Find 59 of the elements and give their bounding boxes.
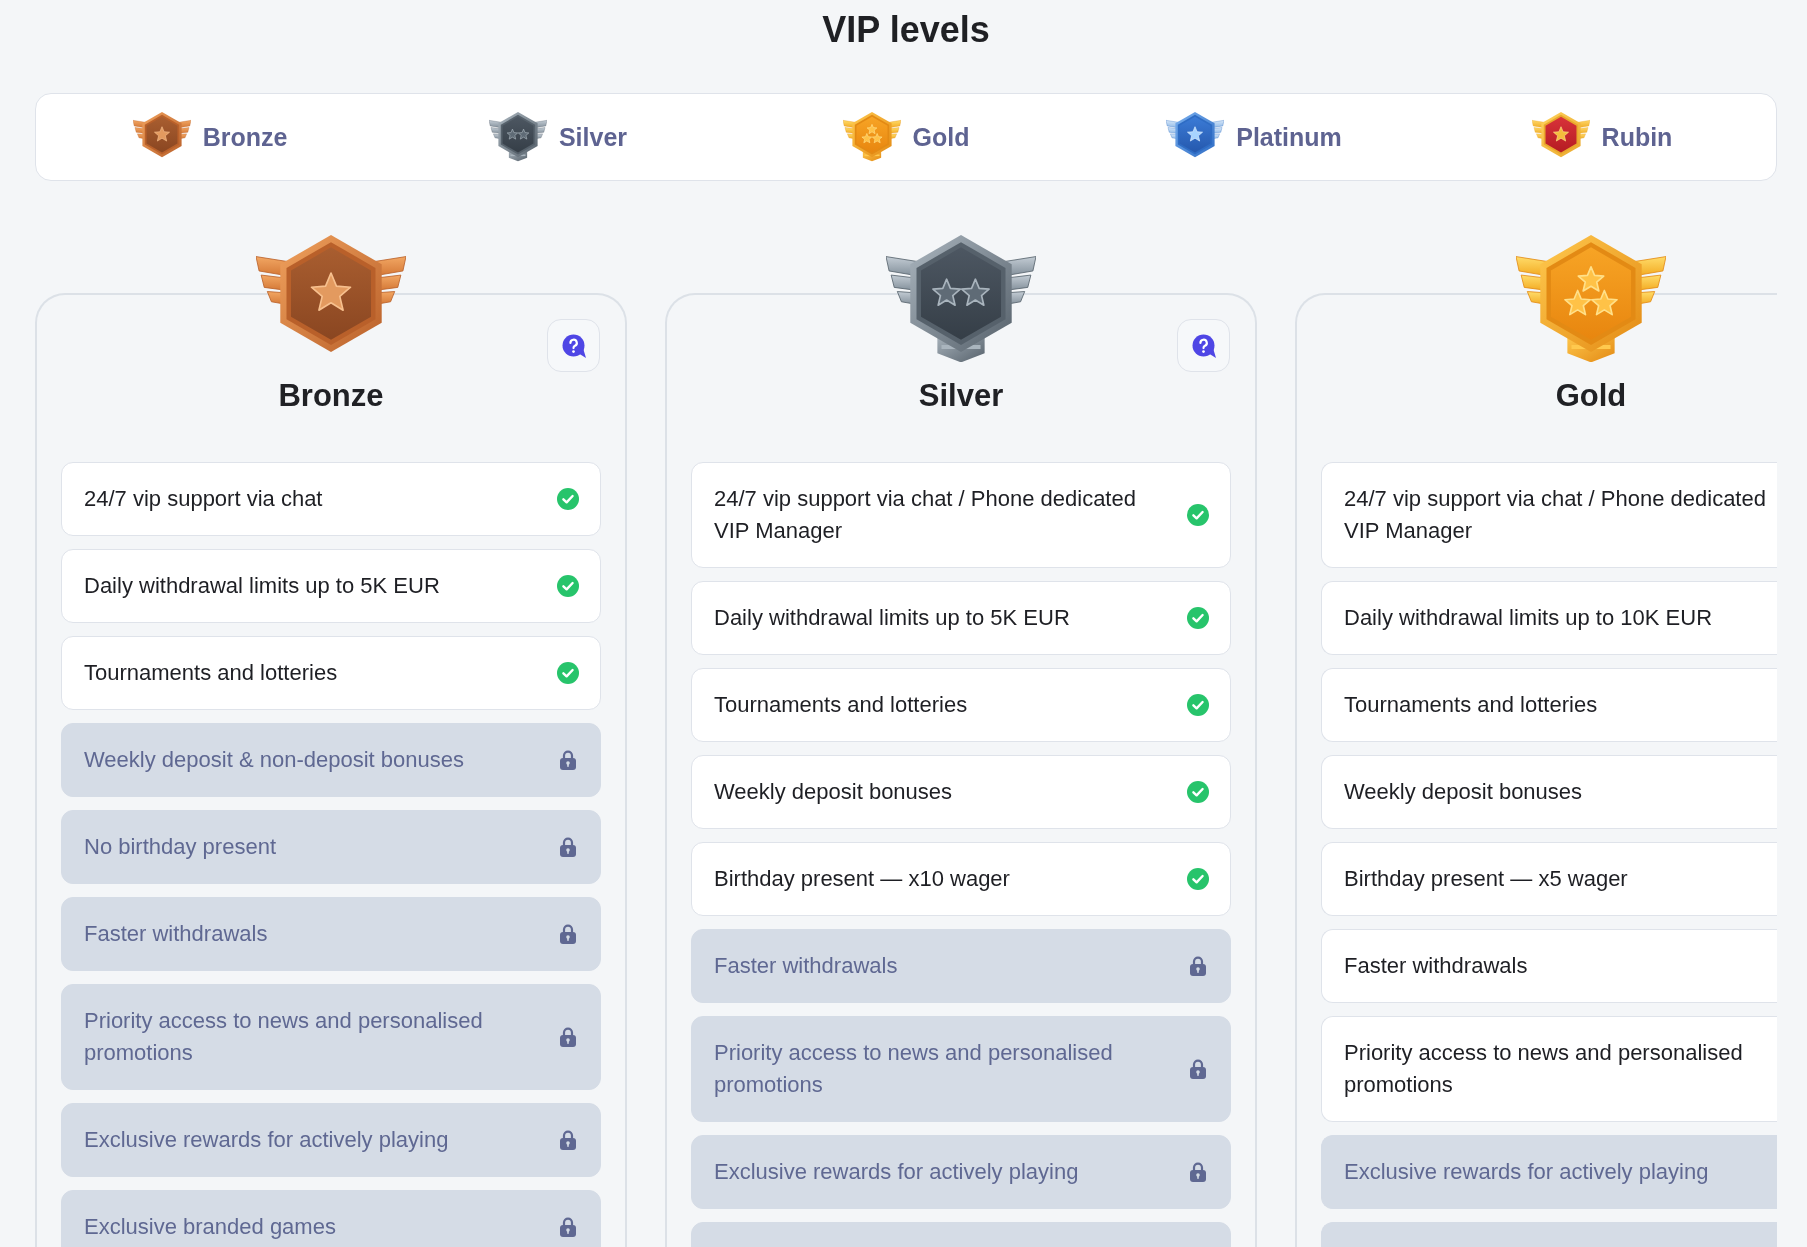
- padlock-icon: [560, 750, 576, 771]
- padlock-icon: [560, 924, 576, 945]
- feature-label: Priority access to news and personalised promotions: [714, 1039, 1114, 1100]
- feature-label: Daily withdrawal limits up to 10K EUR: [1344, 604, 1714, 633]
- feature-label: Tournaments and lotteries: [714, 691, 969, 720]
- feature-label: Weekly deposit & non-deposit bonuses: [84, 746, 465, 775]
- check-circle-icon: [1187, 694, 1209, 717]
- check-circle-icon: [1187, 781, 1209, 804]
- feature-label: No birthday present: [84, 833, 277, 862]
- feature-label: Priority access to news and personalised promotions: [1344, 1039, 1744, 1100]
- feature-label: Birthday present — x5 wager: [1344, 865, 1629, 894]
- level-tab[interactable]: Bronze: [126, 108, 294, 166]
- feature-label: 24/7 vip support via chat / Phone dedicated VIP Manager: [714, 485, 1137, 546]
- check-circle-icon: [557, 575, 579, 598]
- level-tab[interactable]: Silver: [482, 108, 634, 166]
- padlock-icon: [1190, 1162, 1206, 1183]
- check-circle-icon: [1187, 607, 1209, 630]
- level-title: Bronze: [278, 377, 384, 416]
- help-icon: [561, 333, 586, 358]
- feature-label: Tournaments and lotteries: [84, 659, 339, 688]
- winged-badge-icon: [842, 112, 901, 162]
- page-title: VIP levels: [822, 8, 990, 52]
- winged-badge-icon: [488, 112, 547, 162]
- padlock-icon: [1190, 1059, 1206, 1080]
- feature-label: Faster withdrawals: [1344, 952, 1529, 981]
- level-tab[interactable]: Gold: [836, 108, 976, 166]
- feature-label: Daily withdrawal limits up to 5K EUR: [714, 604, 1071, 633]
- check-circle-icon: [557, 488, 579, 511]
- level-tab[interactable]: Platinum: [1160, 108, 1348, 166]
- feature-label: Exclusive rewards for actively playing: [714, 1158, 1080, 1187]
- check-circle-icon: [1187, 504, 1209, 527]
- feature-label: Weekly deposit bonuses: [1344, 778, 1584, 807]
- help-button[interactable]: [547, 319, 600, 372]
- feature-label: Priority access to news and personalised promotions: [84, 1007, 484, 1068]
- check-circle-icon: [1187, 868, 1209, 891]
- feature-label: Weekly deposit bonuses: [714, 778, 954, 807]
- feature-label: Exclusive rewards for actively playing: [1344, 1158, 1710, 1187]
- feature-label: 24/7 vip support via chat / Phone dedicated VIP Manager: [1344, 485, 1767, 546]
- winged-badge-icon: [1516, 235, 1666, 363]
- level-tab[interactable]: Rubin: [1525, 108, 1679, 166]
- feature-label: Faster withdrawals: [84, 920, 269, 949]
- level-title: Silver: [918, 377, 1004, 416]
- padlock-icon: [560, 1027, 576, 1048]
- feature-label: 24/7 vip support via chat: [84, 485, 324, 514]
- feature-label: Birthday present — x10 wager: [714, 865, 1011, 894]
- help-icon: [1191, 333, 1216, 358]
- feature-label: Exclusive rewards for actively playing: [84, 1126, 450, 1155]
- feature-label: Exclusive branded games: [84, 1213, 337, 1242]
- feature-label: Tournaments and lotteries: [1344, 691, 1599, 720]
- padlock-icon: [1190, 956, 1206, 977]
- help-button[interactable]: [1177, 319, 1230, 372]
- winged-badge-icon: [886, 235, 1036, 363]
- feature-label: Daily withdrawal limits up to 5K EUR: [84, 572, 441, 601]
- level-title: Gold: [1555, 377, 1627, 416]
- feature-label: Faster withdrawals: [714, 952, 899, 981]
- check-circle-icon: [557, 662, 579, 685]
- padlock-icon: [560, 1130, 576, 1151]
- padlock-icon: [560, 837, 576, 858]
- padlock-icon: [560, 1217, 576, 1238]
